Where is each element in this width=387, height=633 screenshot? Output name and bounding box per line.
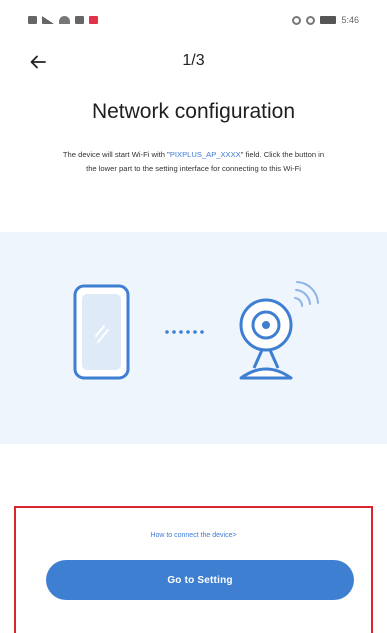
instruction-text-prefix: The device will start Wi-Fi with " (62, 150, 170, 159)
ssid-name: PIXPLUS_AP_XXXX (169, 150, 241, 159)
illustration-graphic (73, 281, 319, 380)
message-icon (75, 16, 84, 24)
go-to-setting-button[interactable]: Go to Setting (46, 560, 354, 600)
notification-icon (89, 16, 98, 24)
connection-illustration (0, 232, 387, 444)
status-time: 5:46 (341, 15, 359, 25)
how-to-connect-link[interactable]: How to connect the device> (0, 532, 387, 539)
status-bar: 5:46 (0, 0, 387, 40)
status-bar-right: 5:46 (292, 15, 359, 25)
network-configuration-screen: 5:46 1/3 Network configuration The devic… (0, 0, 387, 633)
status-bar-left (28, 16, 98, 24)
sim-icon (28, 16, 37, 24)
battery-icon (320, 16, 337, 24)
page-title: Network configuration (91, 100, 296, 123)
camera-icon (239, 298, 293, 380)
signal-icon (42, 16, 54, 24)
alarm-icon (292, 15, 302, 25)
wifi-icon (59, 16, 70, 24)
connecting-dots-icon (165, 330, 204, 334)
instruction-text: The device will start Wi-Fi with "PIXPLU… (62, 148, 325, 176)
step-indicator: 1/3 (182, 52, 205, 69)
vibrate-icon (306, 15, 316, 25)
nav-bar: 1/3 (0, 48, 387, 76)
wifi-signal-icon (294, 281, 319, 307)
phone-icon (73, 284, 130, 380)
